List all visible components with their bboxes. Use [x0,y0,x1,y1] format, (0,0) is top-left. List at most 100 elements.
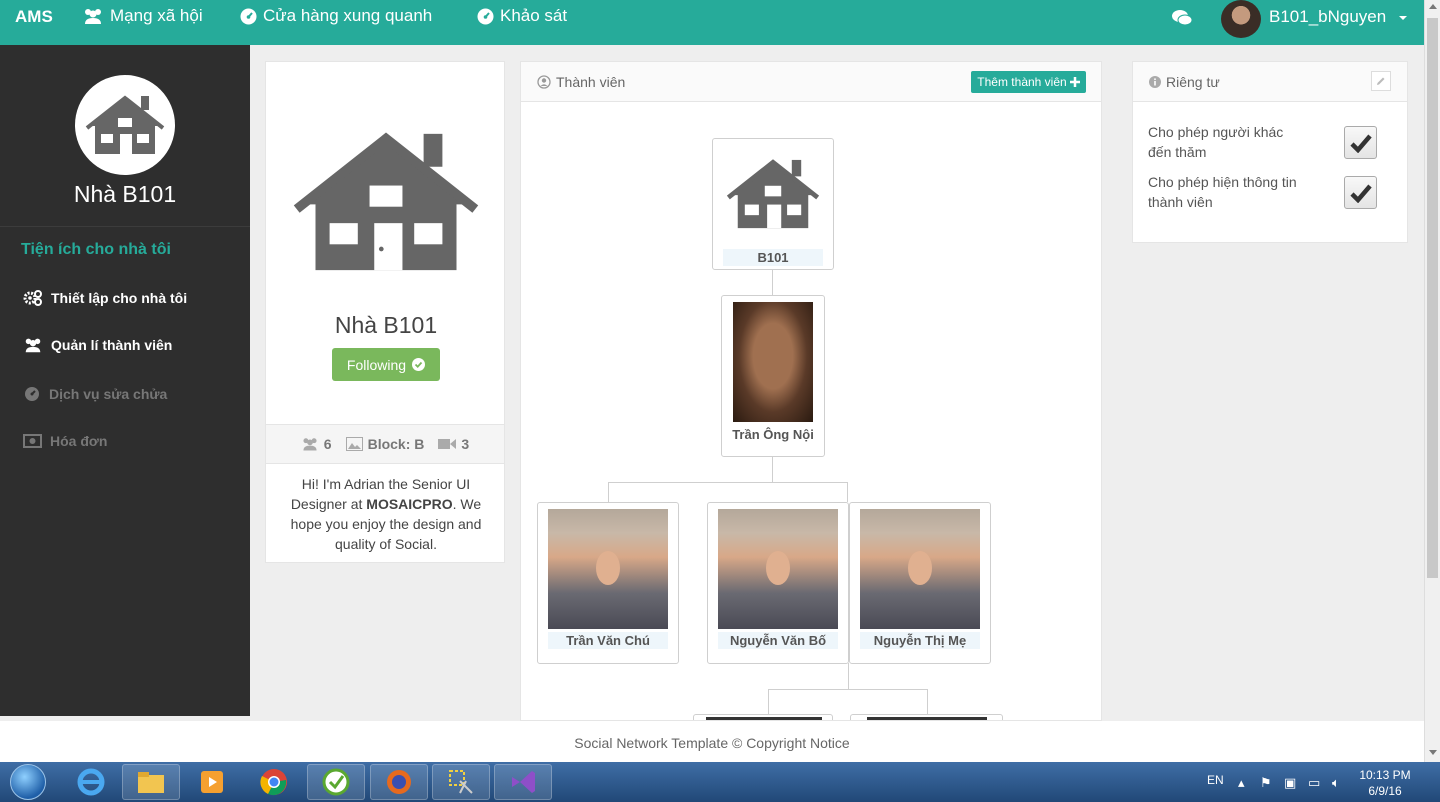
nav-nearby-stores-label: Cửa hàng xung quanh [263,6,433,25]
privacy-option-label: Cho phép hiện thông tin thành viên [1148,174,1297,210]
sidebar-section-title: Tiện ích cho nhà tôi [21,241,171,258]
clock-date: 6/9/16 [1368,784,1402,798]
tree-node-label: Trần Ông Nội [732,427,814,442]
network-icon[interactable]: ▭ [1308,775,1320,791]
profile-name: Nhà B101 [334,312,438,338]
edit-button[interactable] [1371,71,1391,91]
scroll-down-arrow-icon[interactable] [1429,750,1437,755]
privacy-header: Riêng tư [1133,62,1407,102]
image-icon [345,437,363,451]
video-stat: 3 [438,436,469,452]
pencil-icon [1377,77,1385,85]
tree-connector [847,482,848,502]
privacy-card: Riêng tư Cho phép người khác đến thăm Ch… [1132,61,1408,243]
file-explorer-icon[interactable] [122,764,180,800]
user-circle-icon [537,75,551,89]
members-title-label: Thành viên [556,74,626,90]
media-player-icon[interactable] [183,764,241,800]
tree-node-child[interactable]: Nguyễn Thị Mẹ [849,502,991,664]
device-icon[interactable]: ▣ [1284,775,1296,791]
tree-connector [768,689,927,690]
language-indicator[interactable]: EN [1207,773,1224,787]
chevron-down-icon[interactable] [1399,16,1407,20]
sidebar-item-invoice[interactable]: Hóa đơn [23,433,107,449]
sidebar-item-settings[interactable]: Thiết lập cho nhà tôi [23,289,187,307]
nav-social-network[interactable]: Mạng xã hội [82,6,203,26]
video-camera-icon [438,439,457,449]
firefox-icon[interactable] [370,764,428,800]
checkmark-icon [1349,184,1372,203]
windows-taskbar: EN ▴ ⚑ ▣ ▭ 🔈︎ 10:13 PM 6/9/16 [0,762,1440,802]
dashboard-icon [477,8,494,24]
member-photo [860,509,980,629]
privacy-title: Riêng tư [1149,74,1220,90]
page-footer: Social Network Template © Copyright Noti… [0,721,1424,762]
checkmark-icon [1349,134,1372,153]
tree-connector [772,456,773,482]
info-icon [1149,76,1161,88]
house-avatar [75,75,175,175]
tree-connector [608,482,609,502]
house-icon [85,95,165,154]
video-count: 3 [461,436,470,452]
action-center-icon[interactable]: ⚑ [1260,775,1272,791]
sidebar-item-repair[interactable]: Dịch vụ sửa chửa [23,385,167,403]
members-header: Thành viên Thêm thành viên [521,62,1101,102]
scrollbar-thumb[interactable] [1427,18,1438,578]
sidebar-item-label: Hóa đơn [50,433,108,449]
tree-connector [927,689,928,715]
tree-node-grandparent[interactable]: Trần Ông Nội [721,295,825,457]
tree-node-child[interactable]: Nguyễn Văn Bố [707,502,849,664]
chat-icon[interactable] [1171,9,1193,32]
house-icon [292,124,480,285]
users-icon [85,9,101,24]
tree-node-grandchild[interactable] [850,714,1003,720]
nav-survey-label: Khảo sát [500,6,568,25]
tree-node-grandchild[interactable] [693,714,833,720]
sidebar: Nhà B101 Tiện ích cho nhà tôi Thiết lập … [0,45,250,716]
user-avatar[interactable] [1221,0,1261,38]
brand-logo[interactable]: AMS [15,7,53,27]
sidebar-item-members[interactable]: Quản lí thành viên [23,337,172,353]
members-stat: 6 [301,436,332,452]
dashboard-icon [240,8,257,24]
internet-explorer-icon[interactable] [62,764,120,800]
member-photo [548,509,668,629]
show-hidden-icons-icon[interactable]: ▴ [1238,775,1245,791]
check-circle-icon [412,358,426,371]
nav-survey[interactable]: Khảo sát [477,6,567,26]
chrome-icon[interactable] [245,764,303,800]
visual-studio-icon[interactable] [494,764,552,800]
house-icon [726,154,820,239]
sidebar-item-label: Quản lí thành viên [51,337,173,353]
house-name: Nhà B101 [73,181,177,207]
tree-node-label: Trần Văn Chú [548,632,668,649]
camtasia-icon[interactable] [307,764,365,800]
clock-time: 10:13 PM [1359,768,1411,782]
money-icon [23,434,42,448]
add-member-button[interactable]: Thêm thành viên [971,71,1086,93]
profile-stats: 6 Block: B 3 [266,424,504,464]
tree-node-root[interactable]: B101 [712,138,834,270]
windows-logo-icon [10,764,46,800]
tree-node-child[interactable]: Trần Văn Chú [537,502,679,664]
show-members-checkbox[interactable] [1344,176,1377,209]
sidebar-item-label: Thiết lập cho nhà tôi [51,290,188,306]
profile-bio: Hi! I'm Adrian the Senior UI Designer at… [284,474,488,554]
tree-connector [608,482,848,483]
nav-social-network-label: Mạng xã hội [110,6,203,25]
snipping-tool-icon[interactable] [432,764,490,800]
volume-icon[interactable]: 🔈︎ [1332,775,1340,791]
start-button[interactable] [4,762,52,802]
scroll-up-arrow-icon[interactable] [1429,4,1437,9]
allow-visit-checkbox[interactable] [1344,126,1377,159]
nav-nearby-stores[interactable]: Cửa hàng xung quanh [240,6,432,26]
following-button[interactable]: Following [332,348,440,381]
tree-node-label: Nguyễn Thị Mẹ [860,632,980,649]
system-clock[interactable]: 10:13 PM 6/9/16 [1352,767,1418,799]
users-icon [25,338,41,353]
vertical-scrollbar[interactable] [1424,0,1440,762]
sidebar-item-label: Dịch vụ sửa chửa [49,386,168,402]
members-count: 6 [323,436,332,452]
username-label[interactable]: B101_bNguyen [1269,7,1386,27]
